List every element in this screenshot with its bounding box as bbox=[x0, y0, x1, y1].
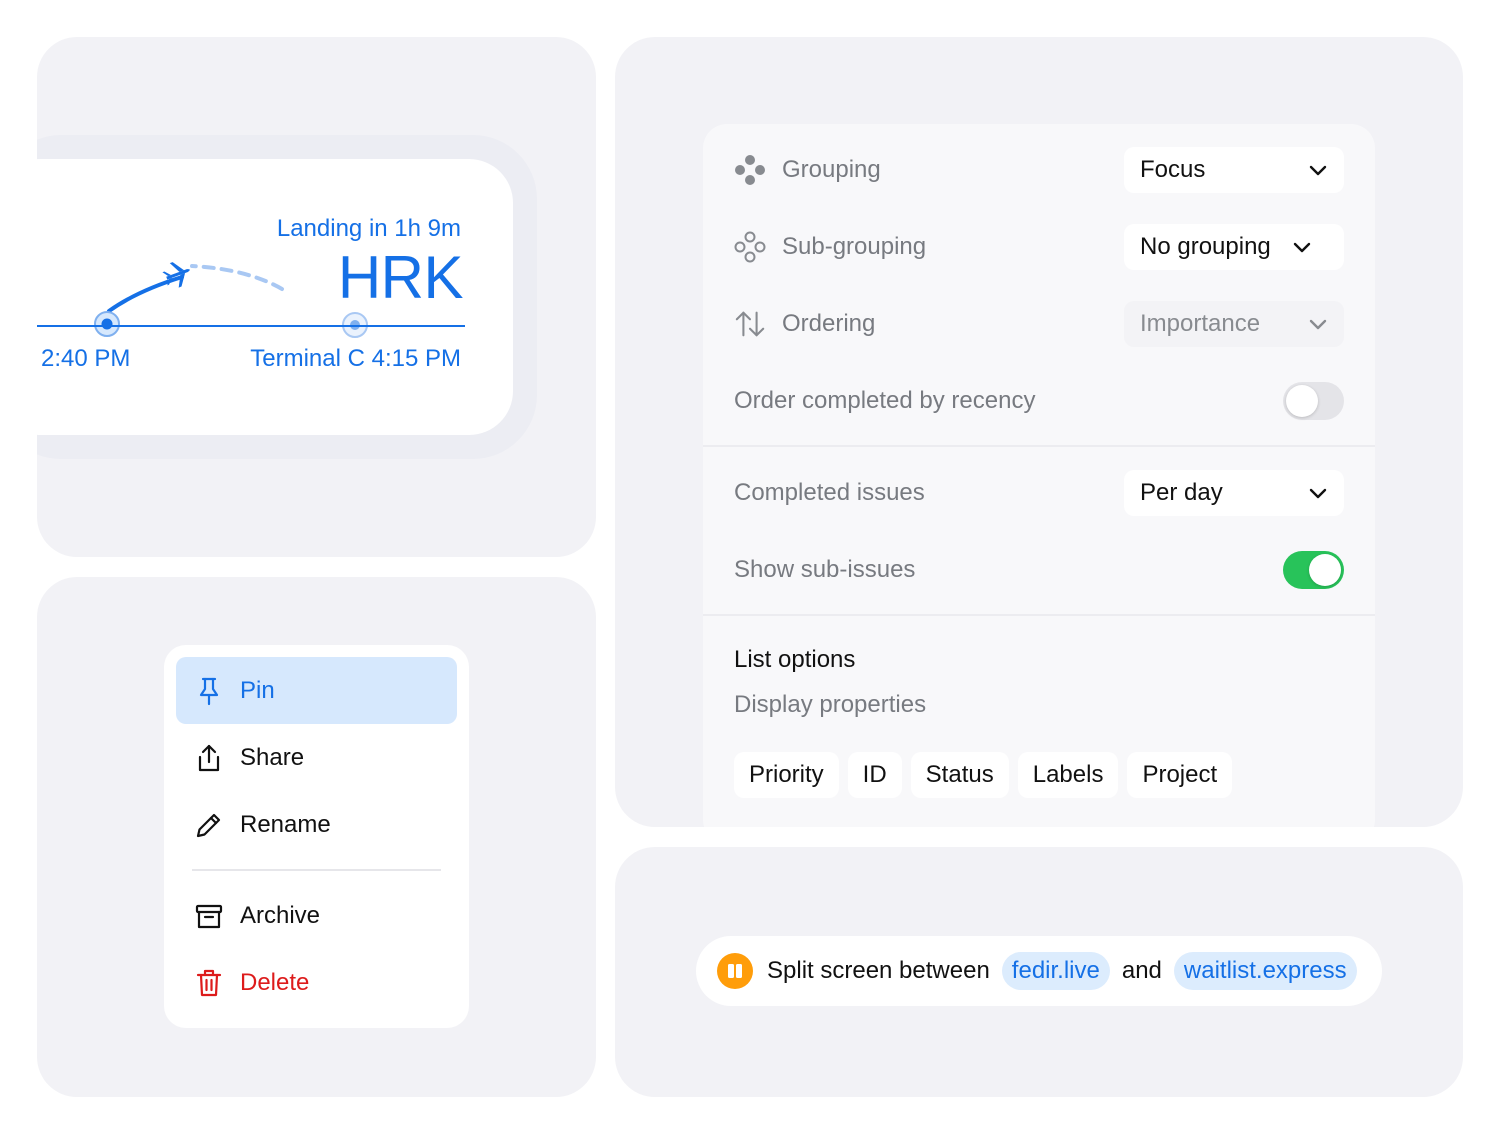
display-properties-label: Display properties bbox=[734, 691, 927, 718]
flight-widget[interactable]: Landing in 1h 9m HRK 2:40 PM Terminal C … bbox=[37, 159, 513, 435]
property-chip-status[interactable]: Status bbox=[910, 752, 1009, 798]
menu-item-label: Share bbox=[240, 743, 305, 771]
pin-icon bbox=[194, 676, 224, 706]
ordering-label: Ordering bbox=[782, 310, 876, 337]
flight-divider bbox=[37, 325, 465, 327]
display-properties-chips: Priority ID Status Labels Project bbox=[734, 752, 1233, 798]
split-connector: and bbox=[1121, 957, 1162, 984]
completed-issues-value: Per day bbox=[1140, 479, 1223, 506]
pencil-icon bbox=[194, 810, 224, 840]
sub-grouping-label: Sub-grouping bbox=[782, 233, 927, 260]
trash-icon bbox=[194, 968, 224, 998]
chevron-down-icon bbox=[1293, 242, 1311, 253]
menu-item-label: Rename bbox=[240, 810, 331, 838]
property-chip-id[interactable]: ID bbox=[847, 752, 902, 798]
menu-item-rename[interactable]: Rename bbox=[176, 791, 457, 858]
menu-item-delete[interactable]: Delete bbox=[176, 949, 457, 1016]
sort-arrows-icon bbox=[734, 308, 766, 340]
menu-item-pin[interactable]: Pin bbox=[176, 657, 457, 724]
show-sub-issues-toggle[interactable] bbox=[1283, 551, 1344, 589]
landing-eta: Landing in 1h 9m bbox=[276, 215, 461, 242]
section-divider bbox=[703, 445, 1375, 447]
ordering-value: Importance bbox=[1140, 310, 1261, 337]
grouping-label: Grouping bbox=[782, 156, 881, 183]
canvas: Landing in 1h 9m HRK 2:40 PM Terminal C … bbox=[0, 0, 1500, 1134]
order-completed-row: Order completed by recency bbox=[734, 377, 1344, 425]
split-screen-text: Split screen between bbox=[767, 957, 990, 984]
view-options-panel: Grouping Focus Sub-grouping No grouping bbox=[615, 37, 1463, 827]
property-chip-project[interactable]: Project bbox=[1127, 752, 1233, 798]
menu-separator bbox=[192, 869, 441, 871]
site-chip-first[interactable]: fedir.live bbox=[1001, 952, 1110, 990]
share-icon bbox=[194, 743, 224, 773]
split-screen-icon bbox=[717, 953, 753, 989]
property-chip-priority[interactable]: Priority bbox=[734, 752, 839, 798]
section-divider bbox=[703, 614, 1375, 616]
arrival-info: Terminal C 4:15 PM bbox=[250, 345, 461, 372]
order-completed-toggle[interactable] bbox=[1283, 382, 1344, 420]
grouping-value: Focus bbox=[1140, 156, 1206, 183]
destination-code: HRK bbox=[337, 244, 464, 311]
completed-issues-dropdown[interactable]: Per day bbox=[1124, 470, 1344, 516]
show-sub-issues-label: Show sub-issues bbox=[734, 556, 916, 583]
menu-item-label: Archive bbox=[240, 901, 321, 929]
airplane-icon bbox=[162, 262, 190, 288]
view-options-card: Grouping Focus Sub-grouping No grouping bbox=[703, 124, 1375, 827]
sub-grouping-icon bbox=[734, 231, 766, 263]
archive-icon bbox=[194, 901, 224, 931]
departure-time: 2:40 PM bbox=[41, 345, 131, 372]
chevron-down-icon bbox=[1309, 488, 1327, 499]
order-completed-label: Order completed by recency bbox=[734, 387, 1036, 414]
sub-grouping-dropdown[interactable]: No grouping bbox=[1124, 224, 1344, 270]
flight-panel: Landing in 1h 9m HRK 2:40 PM Terminal C … bbox=[37, 37, 596, 557]
completed-issues-row: Completed issues Per day bbox=[734, 469, 1344, 517]
toggle-knob bbox=[1309, 554, 1341, 586]
grouping-icon bbox=[734, 154, 766, 186]
context-menu: Pin Share Rename Archive Delete bbox=[164, 645, 469, 1028]
ordering-dropdown[interactable]: Importance bbox=[1124, 301, 1344, 347]
chevron-down-icon bbox=[1309, 319, 1327, 330]
menu-item-share[interactable]: Share bbox=[176, 724, 457, 791]
origin-dot-icon bbox=[94, 311, 120, 337]
context-menu-panel: Pin Share Rename Archive Delete bbox=[37, 577, 596, 1097]
completed-issues-label: Completed issues bbox=[734, 479, 925, 506]
menu-item-label: Pin bbox=[240, 676, 275, 704]
list-options-title: List options bbox=[734, 646, 856, 673]
sub-grouping-value: No grouping bbox=[1140, 233, 1271, 260]
grouping-row: Grouping Focus bbox=[734, 146, 1344, 194]
site-chip-second[interactable]: waitlist.express bbox=[1173, 952, 1357, 990]
toggle-knob bbox=[1286, 385, 1318, 417]
show-sub-issues-row: Show sub-issues bbox=[734, 546, 1344, 594]
menu-item-archive[interactable]: Archive bbox=[176, 882, 457, 949]
menu-item-label: Delete bbox=[240, 968, 310, 996]
sub-grouping-row: Sub-grouping No grouping bbox=[734, 223, 1344, 271]
ordering-row: Ordering Importance bbox=[734, 300, 1344, 348]
chevron-down-icon bbox=[1309, 165, 1327, 176]
grouping-dropdown[interactable]: Focus bbox=[1124, 147, 1344, 193]
split-screen-pill[interactable]: Split screen between fedir.live and wait… bbox=[696, 936, 1382, 1006]
property-chip-labels[interactable]: Labels bbox=[1017, 752, 1119, 798]
split-screen-panel: Split screen between fedir.live and wait… bbox=[615, 847, 1463, 1097]
